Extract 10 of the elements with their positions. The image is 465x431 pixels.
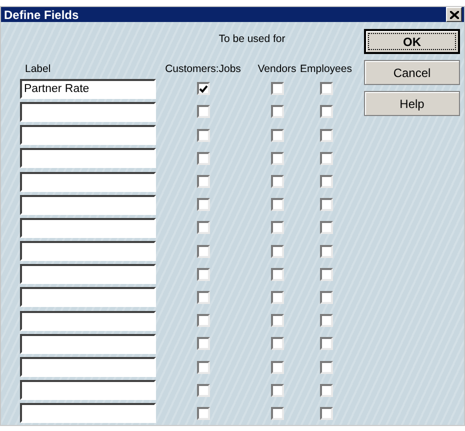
column-heading: Employees — [300, 63, 352, 78]
label-input-field[interactable]: Partner Rate — [20, 78, 156, 99]
dialog-button[interactable]: OK — [364, 29, 460, 54]
column-heading: Customers:Jobs — [165, 63, 241, 78]
column-heading: Vendors — [258, 63, 296, 78]
column-heading: Label — [24, 63, 52, 78]
group-heading: To be used for — [218, 32, 286, 46]
dialog-button[interactable]: Cancel — [364, 60, 460, 86]
dialog-button[interactable]: Help — [364, 91, 460, 116]
window-title: Define Fields — [4, 8, 79, 22]
